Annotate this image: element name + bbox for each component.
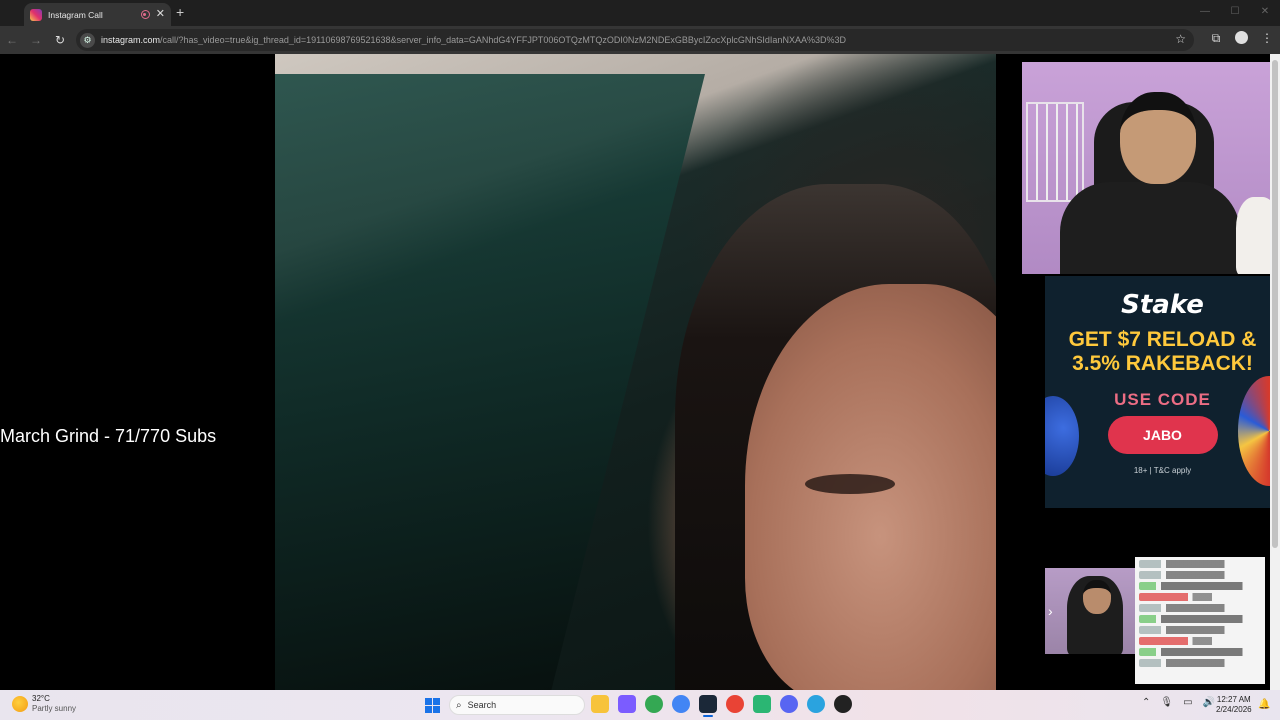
toolbar-actions: ⧉ ⋮ (1209, 31, 1274, 46)
chat-line (1139, 659, 1261, 667)
menu-kebab-icon[interactable]: ⋮ (1260, 31, 1274, 46)
partly-sunny-icon (12, 696, 28, 712)
scrollbar-thumb[interactable] (1272, 60, 1278, 548)
tab-instagram-call[interactable]: Instagram Call ✕ (24, 3, 171, 26)
clock-time: 12:27 AM (1216, 695, 1251, 704)
url-text[interactable]: instagram.com/call/?has_video=true&ig_th… (101, 35, 1161, 45)
search-label: Search (467, 700, 497, 710)
streamer-webcam-small: › (1045, 568, 1135, 654)
chat-line (1139, 604, 1261, 612)
volume-icon[interactable]: 🔊 (1203, 697, 1215, 708)
terminal-icon[interactable] (753, 695, 771, 713)
file-explorer-icon[interactable] (591, 695, 609, 713)
search-icon: ⌕ (456, 699, 462, 711)
telegram-icon[interactable] (807, 695, 825, 713)
close-window-button[interactable]: ✕ (1250, 0, 1280, 26)
chrome-profile-2-icon[interactable] (726, 695, 744, 713)
reload-button[interactable]: ↻ (48, 33, 72, 47)
instagram-icon (30, 8, 42, 21)
chat-line (1139, 637, 1261, 645)
taskbar-search[interactable]: ⌕ Search (449, 695, 585, 715)
chat-line (1139, 615, 1261, 623)
streamer-head-shape (1120, 92, 1196, 184)
discord-icon[interactable] (780, 695, 798, 713)
address-bar[interactable]: ⚙ instagram.com/call/?has_video=true&ig_… (76, 29, 1194, 51)
network-icon[interactable]: ▭ (1183, 697, 1192, 708)
page-content: March Grind - 71/770 Subs Stake GET $7 R… (0, 54, 1280, 690)
taskbar: 32°C Partly sunny ⌕ Search ⌃ 🎙 ▭ 🔊 12:27… (0, 690, 1280, 720)
video-call-feed (275, 54, 996, 690)
baby-gate-shape (1026, 102, 1084, 202)
microphone-icon[interactable]: 🎙 (1160, 697, 1173, 708)
back-button[interactable]: ← (0, 33, 24, 47)
start-button[interactable] (425, 698, 440, 713)
chat-line (1139, 560, 1261, 568)
weather-widget[interactable]: 32°C Partly sunny (12, 694, 76, 714)
profile-avatar[interactable] (1235, 31, 1248, 44)
close-tab-button[interactable]: ✕ (156, 9, 165, 20)
ad-headline: GET $7 RELOAD & 3.5% RAKEBACK! (1045, 328, 1280, 376)
chrome-icon[interactable] (672, 695, 690, 713)
sponsor-ad-banner: Stake GET $7 RELOAD & 3.5% RAKEBACK! USE… (1045, 276, 1280, 508)
chat-line (1139, 582, 1261, 590)
system-tray: ⌃ 🎙 ▭ 🔊 (1142, 697, 1215, 708)
window-controls: — ☐ ✕ (1190, 0, 1280, 26)
chevron-up-icon[interactable]: ⌃ (1142, 697, 1150, 708)
streamer-face-shape (1083, 580, 1111, 614)
steam-icon[interactable] (699, 695, 717, 717)
clock-date: 2/24/2026 (1216, 705, 1252, 714)
page-scrollbar[interactable] (1270, 54, 1280, 690)
new-tab-button[interactable]: + (176, 5, 184, 19)
tab-title: Instagram Call (48, 9, 103, 20)
ad-headline-line1: GET $7 RELOAD & (1068, 328, 1257, 351)
clock[interactable]: 12:27 AM 2/24/2026 (1216, 695, 1252, 715)
eye-shape (805, 474, 895, 494)
mirrored-chat-overlay (1135, 557, 1265, 684)
weather-temperature: 32°C (32, 694, 50, 703)
stream-goal-text: March Grind - 71/770 Subs (0, 426, 217, 446)
recording-indicator-icon (140, 10, 150, 19)
chat-line (1139, 626, 1261, 634)
copilot-icon[interactable] (618, 695, 636, 713)
notification-bell-icon[interactable]: 🔔 (1258, 699, 1270, 710)
curtain-shape (275, 74, 706, 690)
ad-headline-line2: 3.5% RAKEBACK! (1072, 352, 1253, 375)
recorder-icon[interactable] (834, 695, 852, 713)
ad-brand-logo: Stake (1121, 290, 1204, 320)
chat-line (1139, 571, 1261, 579)
minimize-button[interactable]: — (1190, 0, 1220, 26)
chat-line (1139, 648, 1261, 656)
bookmark-star-icon[interactable]: ☆ (1175, 32, 1186, 46)
site-info-icon[interactable]: ⚙ (80, 32, 95, 48)
forward-button[interactable]: → (24, 33, 48, 47)
browser-toolbar: ← → ↻ ⚙ instagram.com/call/?has_video=tr… (0, 26, 1280, 54)
url-path: /call/?has_video=true&ig_thread_id=19110… (160, 35, 846, 45)
weather-condition: Partly sunny (32, 704, 77, 713)
ad-promo-code: JABO (1107, 416, 1218, 454)
extensions-icon[interactable]: ⧉ (1209, 31, 1223, 46)
pinned-apps (591, 695, 852, 717)
streamer-webcam (1022, 62, 1280, 274)
chat-line (1139, 593, 1261, 601)
chrome-profile-1-icon[interactable] (645, 695, 663, 713)
streamer-shirt-shape (1060, 182, 1240, 274)
maximize-button[interactable]: ☐ (1220, 0, 1250, 26)
browser-tab-strip: Instagram Call ✕ + — ☐ ✕ (0, 0, 1280, 26)
chevron-right-icon: › (1048, 603, 1053, 619)
url-host: instagram.com (101, 35, 161, 45)
